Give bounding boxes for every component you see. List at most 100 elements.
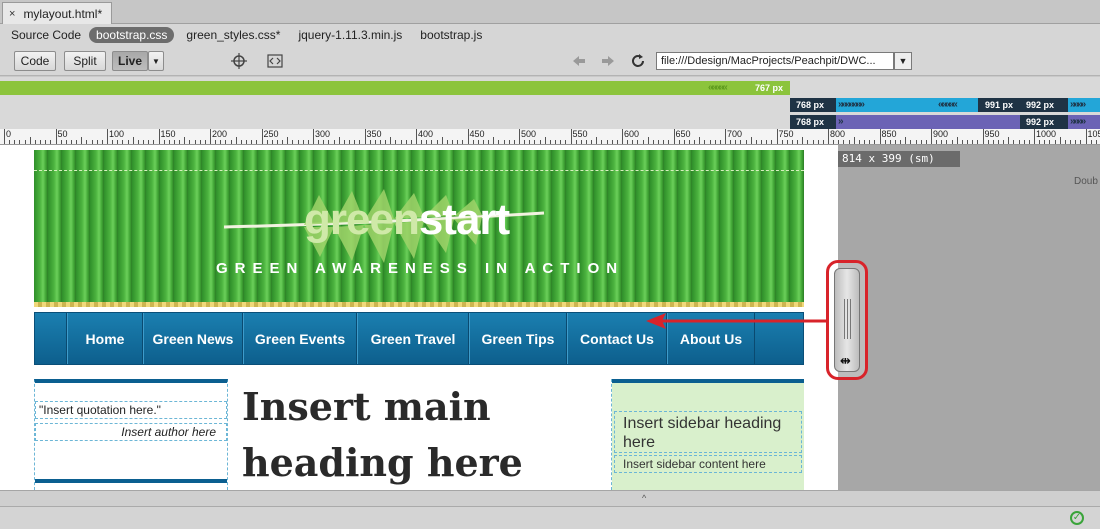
live-view-button[interactable]: Live [112, 51, 148, 71]
ruler-tick [282, 140, 284, 144]
related-file-green-styles[interactable]: green_styles.css* [186, 28, 280, 42]
ruler-tick [477, 140, 479, 144]
left-column-rule [35, 479, 227, 483]
related-file-bootstrap-js[interactable]: bootstrap.js [420, 28, 482, 42]
collapse-icon[interactable]: ^ [642, 493, 646, 503]
sidebar-heading[interactable]: Insert sidebar heading here [614, 411, 802, 453]
check-circle-icon[interactable]: ✓ [1070, 511, 1084, 525]
ruler-label: 950 [984, 129, 1000, 139]
ruler-tick [482, 140, 484, 144]
banner-stripe [34, 302, 804, 307]
ruler-tick [1054, 140, 1056, 144]
viewport-size-label: 814 x 399 (sm) [838, 151, 960, 167]
back-arrow-icon[interactable] [569, 51, 589, 71]
unused-viewport-area [838, 145, 1100, 490]
ruler-tick [652, 140, 654, 144]
ruler-tick [524, 140, 526, 144]
address-field[interactable]: file:///Ddesign/MacProjects/Peachpit/DWC… [656, 52, 894, 70]
live-view-dropdown[interactable]: ▼ [148, 51, 164, 71]
main-heading[interactable]: Insert main heading here [242, 379, 602, 490]
ruler-tick [894, 140, 896, 144]
ruler-label: 400 [418, 129, 434, 139]
quotation[interactable]: "Insert quotation here." [35, 401, 227, 419]
viewport-hint: Doub [1074, 176, 1098, 187]
main-column: Insert main heading here [228, 379, 612, 490]
ruler-tick [184, 137, 186, 144]
ruler-tick [869, 140, 871, 144]
nav-green-tips[interactable]: Green Tips [469, 313, 567, 364]
ruler-label: 1050 [1087, 129, 1100, 139]
forward-arrow-icon[interactable] [598, 51, 618, 71]
ruler-tick [817, 140, 819, 144]
nav-green-news[interactable]: Green News [143, 313, 243, 364]
inspect-target-icon[interactable] [229, 51, 249, 71]
close-tab-icon[interactable]: × [9, 8, 15, 20]
ruler-tick [117, 140, 119, 144]
media-query-max-767[interactable] [0, 81, 790, 95]
ruler-tick [488, 140, 490, 144]
ruler-tick [1085, 129, 1087, 144]
ruler-tick [570, 129, 572, 144]
ruler-tick [1013, 140, 1015, 144]
address-dropdown[interactable]: ▼ [894, 52, 912, 70]
ruler-tick [683, 140, 685, 144]
ruler-tick [740, 140, 742, 144]
related-file-jquery[interactable]: jquery-1.11.3.min.js [298, 28, 402, 42]
ruler-tick [276, 140, 278, 144]
ruler-tick [910, 140, 912, 144]
quotation-author[interactable]: Insert author here [35, 423, 227, 441]
ruler-tick [318, 140, 320, 144]
handle-grip [844, 299, 845, 339]
split-view-button[interactable]: Split [64, 51, 106, 71]
ruler-label: 900 [933, 129, 949, 139]
document-toolbar: Code Split Live ▼ file:///Ddesign/MacPro… [0, 46, 1100, 76]
nav-home[interactable]: Home [67, 313, 143, 364]
ruler-tick [158, 129, 160, 144]
ruler-tick [122, 140, 124, 144]
document-tab[interactable]: × mylayout.html* [2, 2, 112, 24]
nav-green-travel[interactable]: Green Travel [357, 313, 469, 364]
ruler-tick [704, 140, 706, 144]
ruler-tick [513, 140, 515, 144]
media-query-label: 767 px [755, 83, 784, 93]
ruler-tick [9, 140, 11, 144]
ruler-tick [261, 129, 263, 144]
horizontal-ruler: 0 50 100 150 200 250 300 350 400 450 500 550 600 650 7… [0, 129, 1100, 145]
annotation-arrow-icon [646, 313, 826, 329]
ruler-tick [596, 137, 598, 144]
nav-green-events[interactable]: Green Events [243, 313, 357, 364]
ruler-label: 550 [572, 129, 588, 139]
ruler-label: 750 [778, 129, 794, 139]
ruler-tick [390, 137, 392, 144]
ruler-tick [1023, 140, 1025, 144]
ruler-tick [900, 140, 902, 144]
ruler-tick [1018, 140, 1020, 144]
source-code-link[interactable]: Source Code [11, 28, 81, 42]
ruler-tick [1064, 140, 1066, 144]
ruler-tick [40, 140, 42, 144]
sidebar-content[interactable]: Insert sidebar content here [614, 455, 802, 473]
left-column: "Insert quotation here." Insert author h… [34, 379, 228, 490]
code-navigator-icon[interactable] [265, 51, 285, 71]
ruler-tick [153, 140, 155, 144]
refresh-icon[interactable] [628, 51, 648, 71]
ruler-tick [1039, 140, 1041, 144]
panel-collapse-bar[interactable]: ^ [0, 490, 1100, 506]
ruler-tick [951, 140, 953, 144]
related-file-bootstrap-css[interactable]: bootstrap.css [89, 27, 175, 43]
ruler-tick [647, 137, 649, 144]
ruler-tick [575, 140, 577, 144]
logo-green: green [304, 195, 420, 244]
code-view-button[interactable]: Code [14, 51, 56, 71]
ruler-tick [925, 140, 927, 144]
ruler-tick [76, 140, 78, 144]
ruler-tick [194, 140, 196, 144]
ruler-tick [173, 140, 175, 144]
handle-grip [847, 299, 848, 339]
viewport-resize-handle[interactable]: ⇹ [834, 268, 860, 372]
ruler-tick [529, 140, 531, 144]
ruler-tick [843, 140, 845, 144]
ruler-tick [503, 140, 505, 144]
ruler-tick [369, 140, 371, 144]
handle-grip [850, 299, 851, 339]
